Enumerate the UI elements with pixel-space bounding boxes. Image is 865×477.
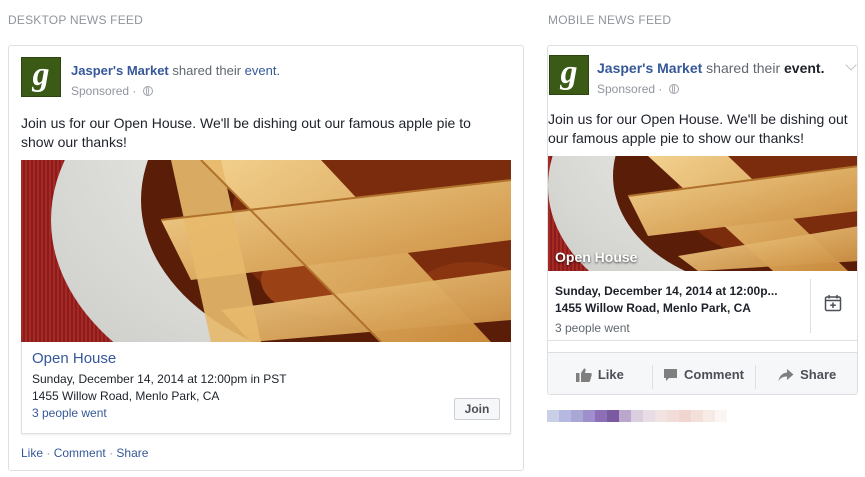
- logo-letter: g: [32, 56, 50, 93]
- post-body: Join us for our Open House. We'll be dis…: [548, 110, 857, 148]
- pie-illustration: [21, 160, 511, 342]
- page-logo[interactable]: g: [549, 55, 589, 95]
- apple-pie-image[interactable]: [21, 160, 511, 342]
- comment-link[interactable]: Comment: [54, 446, 106, 460]
- desktop-post-card: g Jasper's Market shared their event. Sp…: [8, 45, 524, 471]
- event-attendees-link[interactable]: 3 people went: [32, 406, 107, 420]
- event-location: 1455 Willow Road, Menlo Park, CA: [32, 389, 220, 403]
- comment-button[interactable]: Comment: [651, 365, 756, 389]
- sponsored-label: Sponsored ·: [71, 84, 153, 98]
- event-date: Sunday, December 14, 2014 at 12:00pm in …: [32, 372, 287, 386]
- thumbs-up-icon: [575, 368, 592, 382]
- event-link[interactable]: event.: [245, 63, 280, 78]
- divider: [810, 279, 811, 333]
- like-label: Like: [597, 367, 624, 382]
- event-location: 1455 Willow Road, Menlo Park, CA: [555, 301, 751, 315]
- mobile-action-bar: Like Comment Share: [548, 352, 857, 394]
- comment-icon: [664, 368, 678, 381]
- comment-label: Comment: [684, 367, 744, 382]
- page-name-link[interactable]: Jasper's Market: [597, 60, 702, 76]
- separator: ·: [109, 446, 114, 460]
- event-attachment[interactable]: Open House Sunday, December 14, 2014 at …: [21, 342, 511, 434]
- page-logo[interactable]: g: [21, 57, 61, 97]
- headline-text: shared their: [706, 60, 781, 76]
- post-headline: Jasper's Market shared their event.: [71, 63, 280, 78]
- image-overlay-title: Open House: [555, 249, 638, 265]
- share-arrow-icon: [778, 368, 794, 381]
- mobile-section-title: MOBILE NEWS FEED: [548, 13, 672, 27]
- separator: ·: [46, 446, 51, 460]
- sponsored-label: Sponsored ·: [597, 82, 679, 96]
- apple-pie-image[interactable]: Open House: [548, 156, 857, 271]
- share-button[interactable]: Share: [755, 365, 857, 389]
- chevron-down-icon[interactable]: [845, 59, 857, 71]
- like-button[interactable]: Like: [548, 367, 652, 382]
- event-date: Sunday, December 14, 2014 at 12:00p...: [555, 284, 778, 298]
- globe-icon: [668, 84, 679, 94]
- event-attachment[interactable]: Sunday, December 14, 2014 at 12:00p... 1…: [548, 271, 857, 341]
- headline-text: shared their: [172, 63, 242, 78]
- share-link[interactable]: Share: [116, 446, 148, 460]
- like-link[interactable]: Like: [21, 446, 43, 460]
- desktop-section-title: DESKTOP NEWS FEED: [8, 13, 143, 27]
- post-body: Join us for our Open House. We'll be dis…: [21, 115, 471, 150]
- page-name-link[interactable]: Jasper's Market: [71, 63, 169, 78]
- post-headline: Jasper's Market shared their event.: [597, 60, 824, 76]
- calendar-add-icon[interactable]: [824, 294, 842, 312]
- mobile-post-card: g Jasper's Market shared their event. Sp…: [547, 45, 858, 395]
- join-button[interactable]: Join: [454, 398, 500, 420]
- share-label: Share: [800, 367, 837, 382]
- logo-letter: g: [560, 54, 578, 91]
- sponsored-text: Sponsored ·: [597, 82, 663, 96]
- post-body-text: Join us for our Open House. We'll be dis…: [548, 111, 848, 146]
- event-link[interactable]: event.: [784, 60, 824, 76]
- event-attendees[interactable]: 3 people went: [555, 321, 630, 335]
- globe-icon: [142, 86, 153, 96]
- post-actions: Like · Comment · Share: [21, 446, 148, 460]
- sponsored-text: Sponsored ·: [71, 84, 137, 98]
- pixelated-strip: [547, 410, 727, 422]
- event-title-link[interactable]: Open House: [32, 350, 116, 367]
